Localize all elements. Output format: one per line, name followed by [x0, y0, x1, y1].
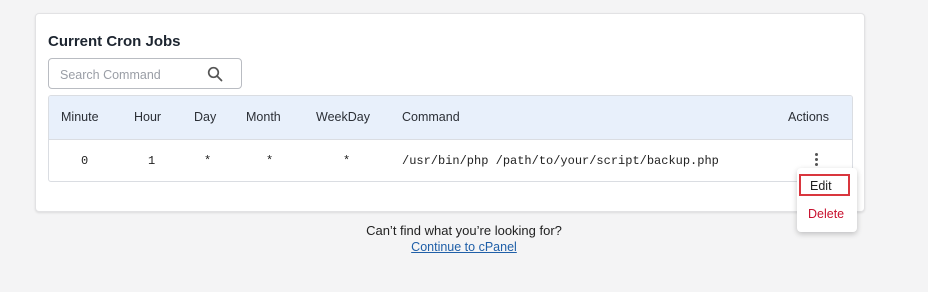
section-title: Current Cron Jobs [48, 33, 181, 50]
footer-question: Can’t find what you’re looking for? [366, 223, 562, 238]
cron-jobs-card: Current Cron Jobs Minute Hour Day Month … [35, 13, 865, 212]
column-header-command: Command [402, 110, 460, 124]
row-actions-kebab-icon[interactable] [812, 152, 820, 168]
edit-label: Edit [810, 179, 832, 193]
column-header-weekday: WeekDay [316, 110, 370, 124]
search-input[interactable] [58, 65, 207, 85]
search-box[interactable] [48, 58, 242, 89]
edit-menu-item[interactable]: Edit [799, 174, 850, 196]
delete-label: Delete [808, 207, 845, 221]
cell-command: /usr/bin/php /path/to/your/script/backup… [402, 154, 719, 168]
continue-to-cpanel-link[interactable]: Continue to cPanel [411, 240, 517, 254]
column-header-month: Month [246, 110, 281, 124]
cell-minute: 0 [81, 154, 89, 168]
cell-month: * [266, 154, 274, 168]
column-header-hour: Hour [134, 110, 162, 124]
table-row: 0 1 * * * /usr/bin/php /path/to/your/scr… [49, 140, 852, 181]
table-header: Minute Hour Day Month WeekDay Command Ac… [49, 96, 852, 140]
cell-hour: 1 [148, 154, 156, 168]
cron-jobs-table: Minute Hour Day Month WeekDay Command Ac… [48, 95, 853, 182]
column-header-minute: Minute [61, 110, 99, 124]
column-header-actions: Actions [788, 110, 829, 124]
column-header-day: Day [194, 110, 217, 124]
search-icon[interactable] [207, 66, 223, 82]
footer-link-wrapper: Continue to cPanel [0, 240, 928, 254]
cell-weekday: * [343, 154, 351, 168]
cell-day: * [204, 154, 212, 168]
